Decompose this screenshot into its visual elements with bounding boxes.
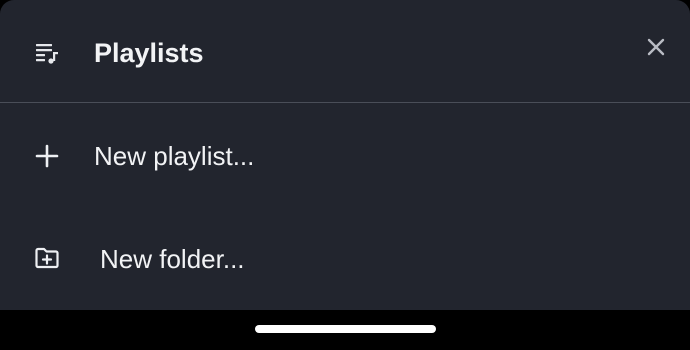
home-indicator[interactable] [255, 325, 436, 333]
new-playlist-button[interactable]: New playlist... [0, 105, 690, 205]
new-folder-label: New folder... [100, 244, 245, 274]
new-folder-button[interactable]: New folder... [0, 208, 690, 308]
header-divider [0, 102, 690, 103]
playlists-sheet: Playlists New playlist... New folder... [0, 0, 690, 310]
close-icon [642, 38, 670, 65]
sheet-header: Playlists [0, 0, 690, 103]
system-navigation-bar [0, 310, 690, 350]
page-title: Playlists [94, 38, 204, 68]
plus-icon [34, 143, 60, 169]
close-button[interactable] [642, 33, 670, 61]
new-playlist-label: New playlist... [94, 141, 255, 171]
playlist-icon [35, 41, 59, 65]
folder-plus-icon [34, 245, 60, 271]
